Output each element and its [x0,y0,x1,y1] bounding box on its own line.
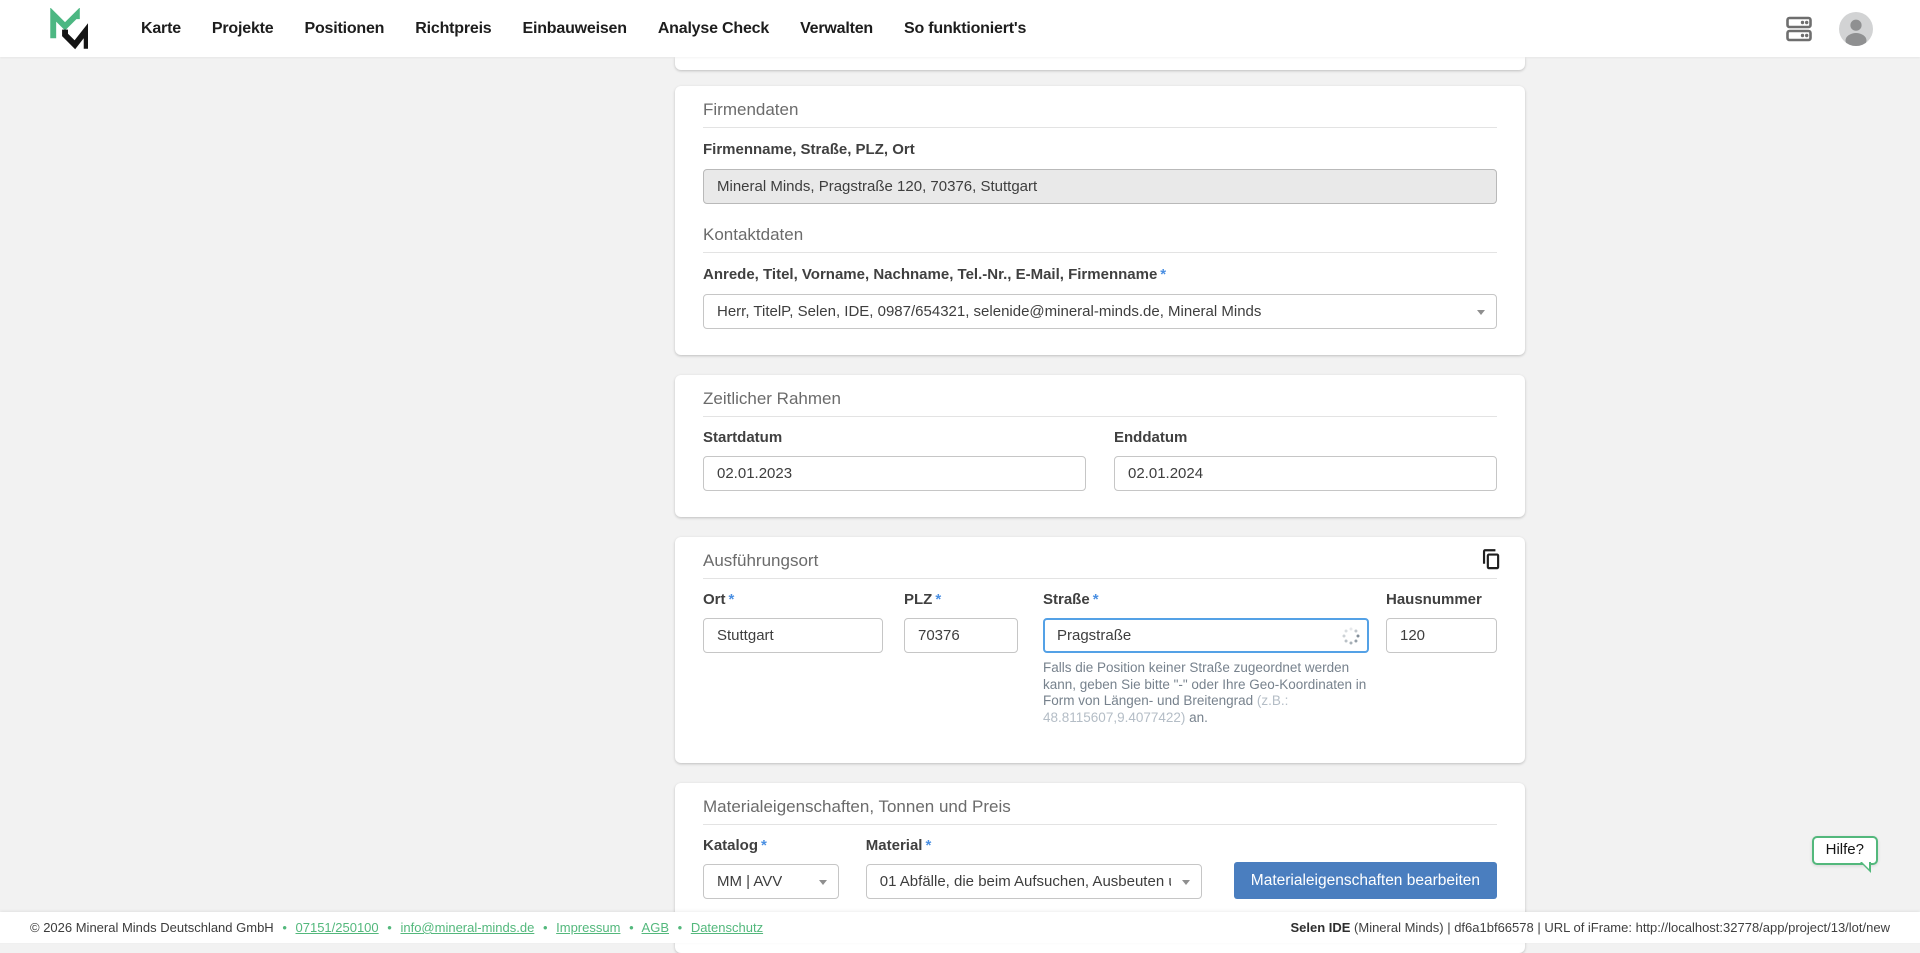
footer-separator: • [542,920,548,935]
section-title-zeitlicher-rahmen: Zeitlicher Rahmen [703,389,841,408]
footer-link-impressum[interactable]: Impressum [556,920,620,935]
required-asterisk: * [935,591,942,608]
chevron-down-icon [818,879,827,885]
user-avatar-button[interactable] [1838,11,1874,47]
footer-separator: • [677,920,683,935]
nav-item-karte[interactable]: Karte [141,20,181,38]
section-title-materialeigenschaften: Materialeigenschaften, Tonnen und Preis [703,797,1011,816]
nav-item-richtpreis[interactable]: Richtpreis [415,20,491,38]
section-title-firmendaten: Firmendaten [703,100,799,119]
plz-input[interactable] [904,618,1018,653]
top-nav: Karte Projekte Positionen Richtpreis Ein… [0,0,1920,57]
plz-field-group: PLZ * [904,591,1018,653]
footer-link-email[interactable]: info@mineral-minds.de [400,920,534,935]
chevron-down-icon [1477,309,1485,315]
footer-link-agb[interactable]: AGB [642,920,669,935]
nav-item-positionen[interactable]: Positionen [304,20,384,38]
footer-app-name: Selen IDE [1290,920,1351,935]
loading-spinner-icon [1342,627,1360,644]
footer-separator: • [282,920,287,935]
contact-select-label: Anrede, Titel, Vorname, Nachname, Tel.-N… [703,266,1167,283]
nav-item-analyse-check[interactable]: Analyse Check [658,20,769,38]
required-asterisk: * [728,591,735,608]
help-button[interactable]: Hilfe? [1811,836,1878,873]
divider [703,416,1497,417]
strasse-hint-text: Falls die Position keiner Straße zugeord… [1043,660,1367,725]
footer-separator: • [629,920,634,935]
footer-link-datenschutz[interactable]: Datenschutz [691,920,763,935]
footer-separator: • [387,920,392,935]
enddatum-field-group: Enddatum [1114,429,1497,491]
startdatum-field-group: Startdatum [703,429,1086,491]
hausnummer-label: Hausnummer [1386,591,1482,608]
material-label: Material * [865,837,932,854]
strasse-input[interactable] [1043,618,1369,653]
katalog-label: Katalog * [703,837,767,854]
nav-item-verwalten[interactable]: Verwalten [800,20,873,38]
section-title-ausfuehrungsort: Ausführungsort [703,551,819,570]
required-asterisk: * [761,837,767,854]
strasse-field-group: Straße* Falls die Position keiner Straße… [1043,591,1369,726]
company-summary-label: Firmenname, Straße, PLZ, Ort [703,141,915,158]
topbar-right [1784,11,1874,47]
materialeigenschaften-bearbeiten-button[interactable]: Materialeigenschaften bearbeiten [1233,862,1497,899]
material-select[interactable]: 01 Abfälle, die beim Aufsuchen, Ausbeute… [865,864,1202,899]
required-asterisk: * [1092,591,1099,608]
enddatum-input[interactable] [1114,456,1497,491]
ort-field-group: Ort * [703,591,883,653]
ort-label: Ort * [703,591,735,608]
startdatum-label: Startdatum [703,429,783,446]
copy-icon [1482,549,1500,570]
nav-item-projekte[interactable]: Projekte [212,20,274,38]
dns-icon [1786,16,1812,41]
contact-select[interactable]: Herr, TitelP, Selen, IDE, 0987/654321, s… [703,294,1497,329]
divider [703,127,1497,128]
enddatum-label: Enddatum [1114,429,1188,446]
katalog-field-group: Katalog * MM | AVV [703,837,839,899]
footer-link-phone[interactable]: 07151/250100 [296,920,379,935]
card-partial-above [675,57,1525,70]
plz-label: PLZ * [904,591,942,608]
nav-item-so-funktionierts[interactable]: So funktioniert's [904,20,1026,38]
strasse-label: Straße * [1043,591,1099,608]
required-asterisk: * [925,837,932,854]
footer: © 2026 Mineral Minds Deutschland GmbH • … [0,912,1920,943]
chevron-down-icon [1181,879,1190,885]
divider [703,824,1497,825]
startdatum-input[interactable] [703,456,1086,491]
copy-location-button[interactable] [1477,547,1503,576]
main-nav: Karte Projekte Positionen Richtpreis Ein… [141,20,1026,38]
divider [703,252,1497,253]
card-firmendaten: Firmendaten Firmenname, Straße, PLZ, Ort… [675,86,1525,355]
card-zeitlicher-rahmen: Zeitlicher Rahmen Startdatum Enddatum [675,375,1525,517]
company-summary-field [703,169,1497,204]
required-asterisk: * [1160,266,1167,283]
divider [703,578,1497,579]
footer-left: © 2026 Mineral Minds Deutschland GmbH • … [30,920,763,935]
katalog-select[interactable]: MM | AVV [703,864,839,899]
material-field-group: Material * 01 Abfälle, die beim Aufsuchen… [865,837,1202,899]
section-title-kontaktdaten: Kontaktdaten [703,225,804,244]
footer-status-text: Selen IDE (Mineral Minds) | df6a1bf66578… [1290,920,1890,935]
copyright-text: © 2026 Mineral Minds Deutschland GmbH [30,920,274,935]
card-ausfuehrungsort: Ausführungsort Ort* PLZ* Straße* [675,537,1525,763]
hausnummer-field-group: Hausnummer [1386,591,1497,653]
ort-input[interactable] [703,618,883,653]
mineral-minds-logo[interactable] [46,7,88,50]
nav-item-einbauweisen[interactable]: Einbauweisen [523,20,627,38]
hausnummer-input[interactable] [1386,618,1497,653]
avatar-icon [1839,11,1873,46]
server-dns-button[interactable] [1784,14,1814,44]
